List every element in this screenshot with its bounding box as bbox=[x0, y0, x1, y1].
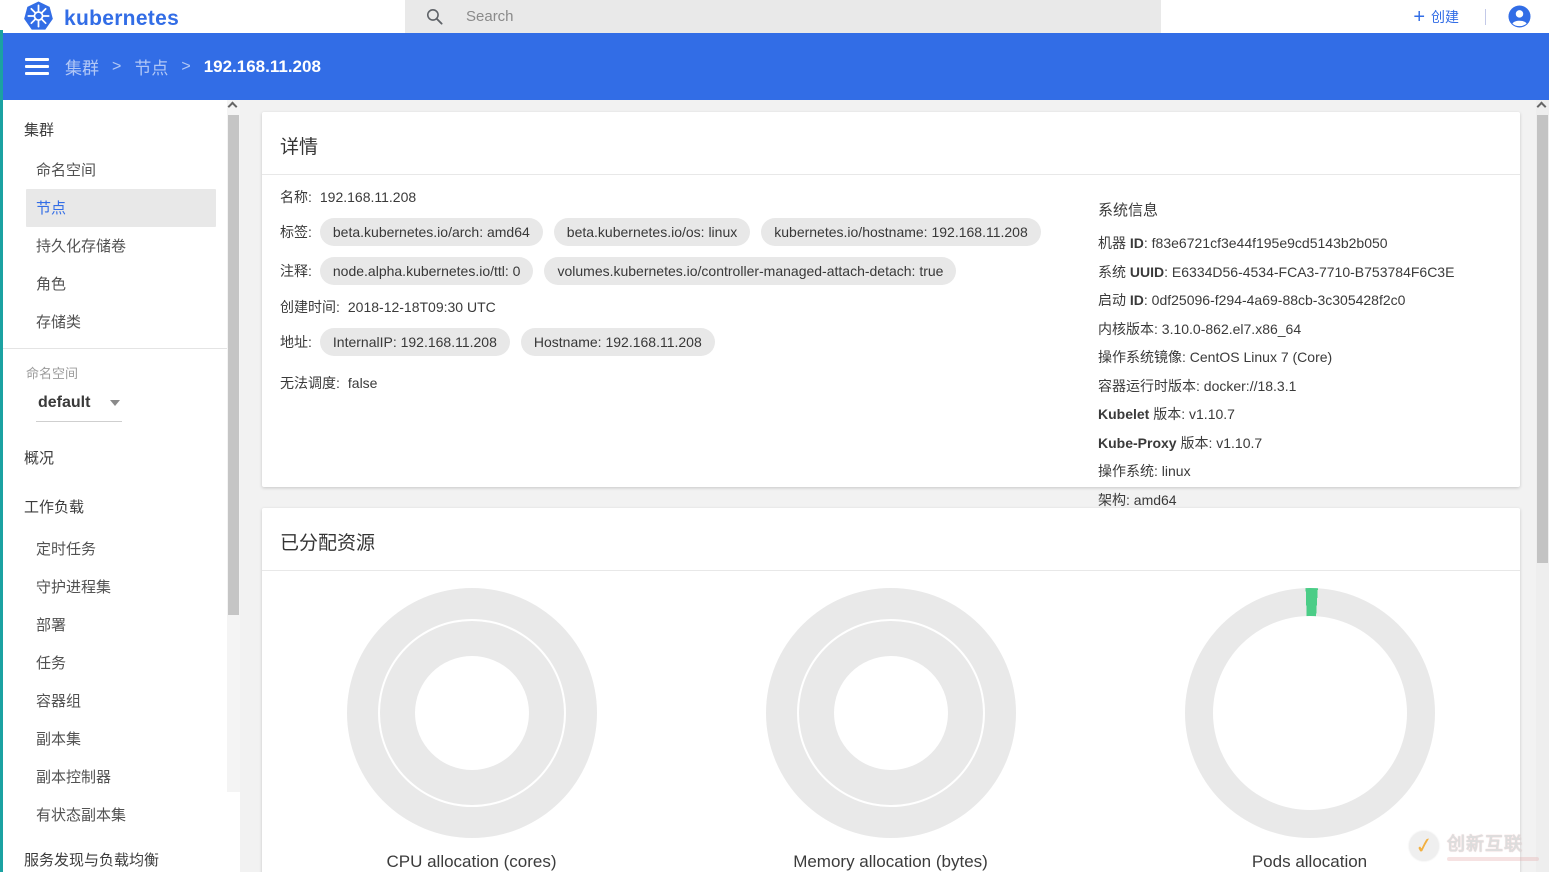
top-app-bar: kubernetes + 创建 bbox=[0, 0, 1549, 33]
sidebar-item[interactable]: 命名空间 bbox=[0, 151, 227, 189]
sidebar-item[interactable]: 集群 bbox=[0, 106, 227, 151]
sidebar-item[interactable]: 部署 bbox=[0, 606, 227, 644]
address-chip: Hostname: 192.168.11.208 bbox=[521, 328, 715, 356]
details-card-title: 详情 bbox=[262, 112, 1520, 175]
menu-icon[interactable] bbox=[25, 54, 49, 79]
system-info-row: 操作系统镜像: CentOS Linux 7 (Core) bbox=[1098, 349, 1508, 365]
watermark-logo-icon: ✓ bbox=[1409, 831, 1439, 861]
sidebar-item[interactable]: 容器组 bbox=[0, 682, 227, 720]
allocated-resources-title: 已分配资源 bbox=[262, 508, 1520, 571]
cpu-chart-label: CPU allocation (cores) bbox=[386, 852, 556, 872]
logo-wordmark: kubernetes bbox=[64, 7, 179, 31]
sidebar-divider bbox=[0, 348, 227, 349]
breadcrumb-current: 192.168.11.208 bbox=[204, 57, 321, 77]
address-chip: InternalIP: 192.168.11.208 bbox=[320, 328, 510, 356]
account-button[interactable] bbox=[1508, 5, 1531, 28]
watermark: ✓ 创新互联 bbox=[1409, 830, 1539, 861]
kubernetes-logo[interactable]: kubernetes bbox=[23, 1, 179, 37]
watermark-subtext-bar bbox=[1447, 857, 1539, 861]
system-info-section: 系统信息 机器 ID: f83e6721cf3e44f195e9cd5143b2… bbox=[1098, 199, 1508, 520]
unschedulable-value: false bbox=[348, 375, 378, 391]
account-circle-icon bbox=[1508, 5, 1531, 28]
sidebar-item[interactable]: 守护进程集 bbox=[0, 568, 227, 606]
page-scrollbar-thumb[interactable] bbox=[1537, 115, 1548, 563]
system-info-row: Kube-Proxy 版本: v1.10.7 bbox=[1098, 435, 1508, 451]
scroll-up-icon[interactable] bbox=[1537, 102, 1547, 112]
system-info-row: 启动 ID: 0df25096-f294-4a69-88cb-3c305428f… bbox=[1098, 292, 1508, 308]
system-info-row: 系统 UUID: E6334D56-4534-FCA3-7710-B753784… bbox=[1098, 264, 1508, 280]
breadcrumb-bar: 集群 > 节点 > 192.168.11.208 bbox=[0, 33, 1549, 100]
namespace-label: 命名空间 bbox=[0, 355, 227, 384]
system-info-row: Kubelet 版本: v1.10.7 bbox=[1098, 406, 1508, 422]
node-name-value: 192.168.11.208 bbox=[320, 189, 416, 205]
sidebar-scrollbar[interactable] bbox=[227, 100, 240, 792]
sidebar-nav: 集群 命名空间 节点 持久化存储卷 角色 存储类 命名空间 default bbox=[0, 100, 227, 872]
topbar-divider bbox=[1485, 9, 1486, 25]
sidebar-item[interactable]: 定时任务 bbox=[0, 530, 227, 568]
sidebar-item[interactable]: 概况 bbox=[0, 432, 227, 481]
breadcrumb-separator: > bbox=[112, 58, 121, 76]
details-card: 详情 名称: 192.168.11.208 标签: beta.kubernete… bbox=[262, 112, 1520, 487]
search-icon bbox=[425, 7, 444, 26]
breadcrumb-separator: > bbox=[181, 58, 190, 76]
chevron-down-icon bbox=[110, 400, 120, 406]
sidebar-item[interactable]: 工作负载 bbox=[0, 481, 227, 530]
system-info-title: 系统信息 bbox=[1098, 199, 1508, 220]
sidebar-scrollbar-thumb[interactable] bbox=[228, 115, 239, 615]
sidebar-item[interactable]: 角色 bbox=[0, 265, 227, 303]
namespace-selected-value: default bbox=[38, 394, 90, 412]
memory-chart-label: Memory allocation (bytes) bbox=[793, 852, 988, 872]
allocated-resources-card: 已分配资源 CPU allocation (cores) Memory allo… bbox=[262, 508, 1520, 872]
system-info-row: 机器 ID: f83e6721cf3e44f195e9cd5143b2b050 bbox=[1098, 235, 1508, 251]
cpu-allocation-chart: CPU allocation (cores) bbox=[262, 588, 681, 872]
label-chip: beta.kubernetes.io/os: linux bbox=[554, 218, 750, 246]
sidebar-item[interactable]: 持久化存储卷 bbox=[0, 227, 227, 265]
watermark-text: 创新互联 bbox=[1447, 830, 1539, 856]
pods-chart-label: Pods allocation bbox=[1252, 852, 1367, 872]
breadcrumb: 集群 > 节点 > 192.168.11.208 bbox=[65, 54, 321, 79]
sidebar-item[interactable]: 副本控制器 bbox=[0, 758, 227, 796]
sidebar-item[interactable]: 存储类 bbox=[0, 303, 227, 341]
cpu-donut bbox=[347, 588, 597, 838]
create-button[interactable]: + 创建 bbox=[1413, 7, 1459, 27]
sidebar-item[interactable]: 服务发现与负载均衡 bbox=[0, 834, 227, 872]
main-content: 详情 名称: 192.168.11.208 标签: beta.kubernete… bbox=[240, 100, 1536, 872]
scroll-up-icon[interactable] bbox=[228, 102, 238, 112]
label-chip: beta.kubernetes.io/arch: amd64 bbox=[320, 218, 543, 246]
system-info-row: 操作系统: linux bbox=[1098, 463, 1508, 479]
sidebar-item[interactable]: 任务 bbox=[0, 644, 227, 682]
memory-allocation-chart: Memory allocation (bytes) bbox=[681, 588, 1100, 872]
annotation-chip: node.alpha.kubernetes.io/ttl: 0 bbox=[320, 257, 534, 285]
system-info-row: 容器运行时版本: docker://18.3.1 bbox=[1098, 378, 1508, 394]
search-input[interactable] bbox=[466, 8, 1086, 25]
memory-donut bbox=[766, 588, 1016, 838]
label-chip: kubernetes.io/hostname: 192.168.11.208 bbox=[761, 218, 1040, 246]
kubernetes-wheel-icon bbox=[23, 1, 54, 37]
system-info-row: 内核版本: 3.10.0-862.el7.x86_64 bbox=[1098, 321, 1508, 337]
system-info-row: 架构: amd64 bbox=[1098, 492, 1508, 508]
page-scrollbar[interactable] bbox=[1536, 100, 1549, 872]
annotation-chip: volumes.kubernetes.io/controller-managed… bbox=[544, 257, 956, 285]
breadcrumb-link[interactable]: 集群 bbox=[65, 54, 99, 79]
pods-donut bbox=[1185, 588, 1435, 838]
created-value: 2018-12-18T09:30 UTC bbox=[348, 299, 496, 315]
sidebar-item[interactable]: 节点 bbox=[26, 189, 216, 227]
search-bar[interactable] bbox=[405, 0, 1161, 33]
namespace-select[interactable]: default bbox=[36, 391, 122, 422]
window-edge-line bbox=[0, 30, 3, 872]
create-button-label: 创建 bbox=[1431, 7, 1459, 27]
sidebar-item[interactable]: 有状态副本集 bbox=[0, 796, 227, 834]
sidebar-item[interactable]: 副本集 bbox=[0, 720, 227, 758]
breadcrumb-link[interactable]: 节点 bbox=[134, 54, 168, 79]
plus-icon: + bbox=[1413, 8, 1425, 26]
